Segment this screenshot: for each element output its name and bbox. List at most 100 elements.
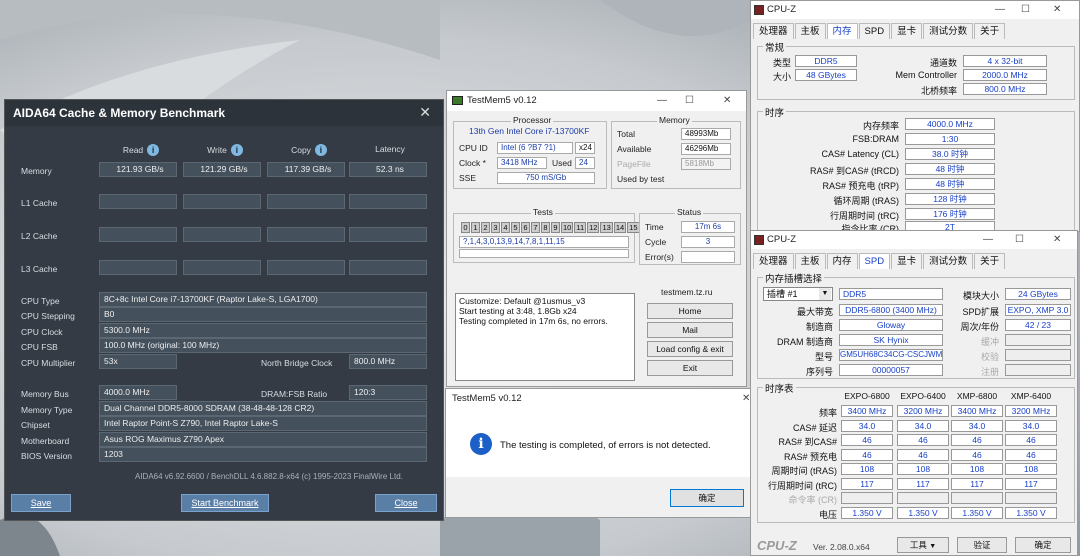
tools-button[interactable]: 工具 ▼ (897, 537, 949, 553)
tab-cpu[interactable]: 处理器 (753, 23, 794, 39)
memory-copy: 117.39 GB/s (267, 162, 345, 177)
row-label-l2: L2 Cache (21, 231, 58, 241)
timing-cell: 46 (1005, 434, 1057, 446)
ok-button[interactable]: 确定 (1015, 537, 1071, 553)
maximize-icon[interactable]: ☐ (685, 91, 694, 111)
timing-row-label: RAS# 到CAS# (778, 437, 837, 447)
test-progress (459, 249, 629, 258)
tab-bench[interactable]: 测试分数 (923, 253, 974, 269)
dialog-titlebar: TestMem5 v0.12 ✕ (446, 389, 764, 409)
test-number-strip: 0 1 2 3 4 5 6 7 8 9 10 11 12 13 14 15 (461, 222, 641, 233)
validate-button[interactable]: 验证 (957, 537, 1007, 553)
cpuz-app-icon (754, 5, 764, 15)
mail-button[interactable]: Mail (647, 322, 733, 338)
tab-cpu[interactable]: 处理器 (753, 253, 794, 269)
timing-table-label: 时序表 (763, 381, 796, 395)
timing-cell: 117 (841, 477, 893, 490)
completion-dialog[interactable]: TestMem5 v0.12 ✕ i The testing is comple… (445, 388, 765, 518)
reg-label: 注册 (980, 367, 999, 377)
label-cpu-fsb: CPU FSB (21, 342, 58, 352)
tab-graphics[interactable]: 显卡 (891, 253, 923, 269)
max-bw-label: 最大带宽 (796, 307, 833, 317)
tab-graphics[interactable]: 显卡 (891, 23, 923, 39)
load-config-button[interactable]: Load config & exit (647, 341, 733, 357)
test-number-cell: 15 (627, 222, 640, 233)
l2-copy (267, 227, 345, 242)
cpuz-tabs: 处理器 主板 内存 SPD 显卡 测试分数 关于 (753, 23, 1006, 39)
timing-cell: 46 (841, 434, 893, 446)
slot-select[interactable]: 插槽 #1 ▼ (763, 287, 833, 301)
timing-cell: 1.350 V (951, 506, 1003, 519)
cpuz-app-icon (754, 235, 764, 245)
exit-button[interactable]: Exit (647, 360, 733, 376)
cpuz-memory-window[interactable]: CPU-Z — ☐ ✕ 处理器 主板 内存 SPD 显卡 测试分数 关于 常规 类型 DDR… (750, 0, 1080, 232)
header-latency: Latency (375, 144, 405, 154)
timing-cell: 3200 MHz (1005, 405, 1057, 417)
log-line: Testing completed in 17m 6s, no errors. (459, 316, 608, 326)
cpuid-label: CPU ID (459, 143, 488, 153)
buffer-value (1005, 334, 1071, 346)
tab-spd[interactable]: SPD (858, 253, 891, 269)
close-icon[interactable]: ✕ (1053, 231, 1061, 249)
tab-spd[interactable]: SPD (858, 23, 891, 39)
info-icon[interactable]: i (147, 144, 160, 156)
spd-ext-value: EXPO, XMP 3.0 (1005, 304, 1071, 316)
timing-cell: 46 (951, 448, 1003, 461)
tab-bench[interactable]: 测试分数 (923, 23, 974, 39)
info-icon[interactable]: i (230, 144, 243, 156)
minimize-icon[interactable]: — (995, 1, 1005, 19)
tab-mainboard[interactable]: 主板 (794, 253, 826, 269)
timing-cell: 3400 MHz (951, 405, 1003, 417)
l1-read (99, 194, 177, 209)
dialog-title: TestMem5 v0.12 (452, 393, 522, 404)
testmem5-window[interactable]: TestMem5 v0.12 — ☐ ✕ Processor 13th Gen … (446, 90, 747, 387)
timing-cell (897, 492, 949, 504)
close-icon[interactable]: ✕ (419, 104, 431, 121)
total-label: Total (617, 129, 635, 139)
l2-read (99, 227, 177, 242)
cpuz-spd-window[interactable]: CPU-Z — ☐ ✕ 处理器 主板 内存 SPD 显卡 测试分数 关于 内存插槽选择 插槽… (750, 230, 1078, 556)
size-label: 大小 (772, 72, 791, 82)
memctrl-value: 2000.0 MHz (963, 69, 1047, 81)
test-number-cell: 12 (587, 222, 600, 233)
log-box[interactable]: Customize: Default @1usmus_v3 Start test… (455, 293, 635, 381)
ok-button[interactable]: 确定 (670, 489, 744, 507)
timing-cell: 34.0 (1005, 419, 1057, 432)
trp-label: RAS# 预充电 (tRP) (822, 181, 899, 191)
tab-memory[interactable]: 内存 (826, 23, 858, 39)
timing-col-header: EXPO-6800 (844, 391, 890, 401)
close-icon[interactable]: ✕ (1053, 1, 1061, 19)
test-number-cell: 7 (531, 222, 540, 233)
processor-label: Processor (511, 115, 554, 125)
label-mobo: Motherboard (21, 436, 70, 446)
tab-about[interactable]: 关于 (974, 253, 1006, 269)
processor-name: 13th Gen Intel Core i7-13700KF (469, 126, 590, 136)
timing-cell: 46 (841, 448, 893, 461)
aida64-window[interactable]: AIDA64 Cache & Memory Benchmark ✕ Read i … (4, 99, 444, 521)
minimize-icon[interactable]: — (983, 231, 993, 249)
maximize-icon[interactable]: ☐ (1021, 1, 1030, 19)
serial-label: 序列号 (805, 367, 833, 377)
test-number-cell: 5 (511, 222, 520, 233)
info-icon[interactable]: i (314, 144, 327, 156)
minimize-icon[interactable]: — (657, 91, 667, 111)
tab-mainboard[interactable]: 主板 (794, 23, 826, 39)
close-button[interactable]: Close (375, 494, 437, 512)
close-icon[interactable]: ✕ (723, 91, 731, 111)
label-mem-bus: Memory Bus (21, 389, 69, 399)
tab-about[interactable]: 关于 (974, 23, 1006, 39)
part-value: GM5UH68C34CG-CSCJWM (839, 349, 943, 361)
tab-memory[interactable]: 内存 (826, 253, 858, 269)
testmem5-title: TestMem5 v0.12 (467, 95, 537, 106)
timing-cell: 34.0 (951, 419, 1003, 432)
status-label: Status (675, 207, 704, 217)
save-button[interactable]: Save (11, 494, 71, 512)
tras-label: 循环周期 (tRAS) (833, 196, 899, 206)
size-value: 48 GBytes (795, 69, 857, 81)
start-benchmark-button[interactable]: Start Benchmark (181, 494, 269, 512)
maximize-icon[interactable]: ☐ (1015, 231, 1024, 249)
site-label: testmem.tz.ru (661, 287, 713, 297)
spd-ext-label: SPD扩展 (962, 307, 999, 317)
dram-maker-value: SK Hynix (839, 334, 943, 346)
home-button[interactable]: Home (647, 303, 733, 319)
